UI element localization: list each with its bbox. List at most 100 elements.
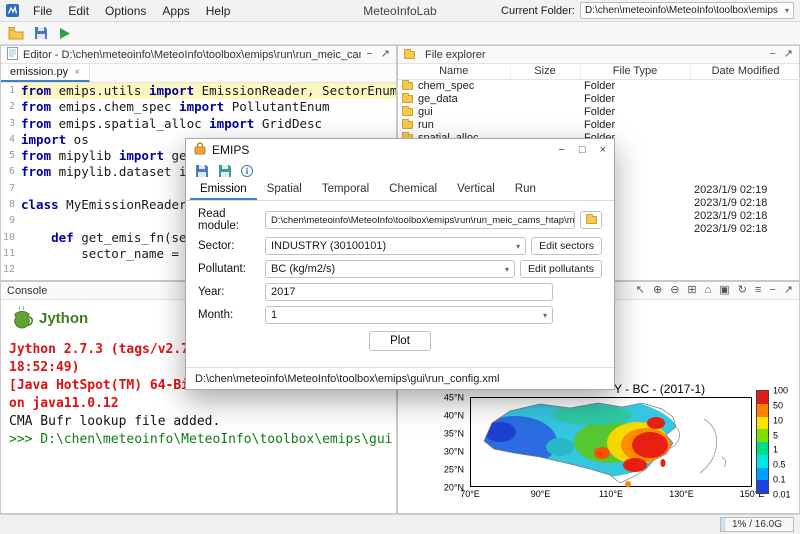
year-field[interactable]: 2017 (265, 283, 553, 301)
select-icon[interactable]: ↖ (636, 285, 645, 296)
run-icon[interactable] (58, 27, 71, 40)
column-header-file-type[interactable]: File Type (580, 64, 691, 80)
current-folder-combobox[interactable]: D:\chen\meteoinfo\MeteoInfo\toolbox\emip… (580, 2, 794, 19)
editor-panel-header: Editor - D:\chen\meteoinfo\MeteoInfo\too… (1, 46, 396, 64)
file-row[interactable]: gui Folder (398, 105, 800, 118)
pollutant-combobox[interactable]: BC (kg/m2/s) ▾ (265, 260, 516, 278)
colorbar-segment (757, 467, 768, 481)
sector-combobox[interactable]: INDUSTRY (30100101) ▾ (265, 237, 527, 255)
colorbar-tick-label: 5 (773, 430, 779, 441)
dialog-status-text: D:\chen\meteoinfo\MeteoInfo\toolbox\emip… (195, 372, 500, 385)
folder-icon (402, 79, 413, 90)
dialog-tab-emission[interactable]: Emission (190, 180, 257, 200)
dialog-tab-run[interactable]: Run (505, 180, 546, 200)
folder-icon (402, 118, 413, 129)
folder-icon (404, 48, 415, 59)
colorbar-segment (757, 416, 768, 430)
column-header-name[interactable]: Name (398, 64, 511, 80)
file-explorer-title: File explorer (425, 48, 486, 61)
plot-button[interactable]: Plot (369, 331, 431, 351)
year-row: Year: 2017 (198, 283, 602, 301)
y-axis-ticks: 45°N 40°N 35°N 30°N 25°N 20°N (432, 393, 466, 493)
menu-edit[interactable]: Edit (60, 2, 97, 20)
layers-icon[interactable]: ≡ (755, 285, 761, 296)
x-tick-label: 110°E (599, 489, 623, 499)
open-folder-icon[interactable] (8, 26, 24, 40)
menu-apps[interactable]: Apps (154, 2, 197, 20)
console-line: CMA Bufr lookup file added. (9, 414, 221, 429)
emips-dialog: EMIPS − □ × i Emission Spatial Temporal Chemi… (185, 138, 615, 390)
chevron-down-icon: ▾ (505, 264, 510, 274)
menu-file[interactable]: File (25, 2, 60, 20)
zoom-in-icon[interactable]: ⊕ (653, 285, 662, 296)
x-tick-label: 70°E (460, 489, 480, 499)
console-line: >>> D:\chen\meteoinfo\MeteoInfo\toolbox\… (9, 432, 393, 447)
minimize-icon[interactable]: − (558, 144, 564, 156)
app-logo-icon (6, 4, 19, 17)
file-row[interactable]: chem_spec Folder (398, 79, 800, 92)
dialog-tab-spatial[interactable]: Spatial (257, 180, 312, 200)
file-explorer-header: File explorer − ↗ (398, 46, 799, 64)
column-header-size[interactable]: Size (510, 64, 581, 80)
current-folder: Current Folder: D:\chen\meteoinfo\MeteoI… (501, 2, 794, 19)
dialog-tabs: Emission Spatial Temporal Chemical Vertical R… (186, 180, 614, 201)
statusbar: 1% / 16.0G (0, 514, 800, 534)
tab-label: emission.py (10, 66, 69, 78)
dialog-tab-temporal[interactable]: Temporal (312, 180, 379, 200)
colorbar-tick-label: 50 (773, 400, 784, 411)
column-header-date-modified[interactable]: Date Modified (690, 64, 800, 80)
float-icon[interactable]: ↗ (784, 285, 793, 296)
editor-panel-title: Editor - D:\chen\meteoinfo\MeteoInfo\too… (23, 48, 361, 61)
edit-pollutants-button[interactable]: Edit pollutants (520, 260, 602, 278)
file-row[interactable]: ge_data Folder (398, 92, 800, 105)
minimize-icon[interactable]: − (366, 49, 372, 60)
full-extent-icon[interactable]: ⌂ (705, 285, 712, 296)
colorbar-labels: 100 50 10 5 1 0.5 0.1 0.01 (773, 386, 799, 500)
close-icon[interactable]: × (600, 144, 606, 156)
emission-map (470, 397, 752, 487)
minimize-icon[interactable]: − (769, 49, 775, 60)
meteoinfolab-window: File Edit Options Apps Help MeteoInfoLab Cur… (0, 0, 800, 534)
sector-row: Sector: INDUSTRY (30100101) ▾ Edit secto… (198, 237, 602, 255)
float-icon[interactable]: ↗ (381, 49, 390, 60)
zoom-out-icon[interactable]: ⊖ (670, 285, 679, 296)
file-row[interactable]: run Folder (398, 118, 800, 131)
save-as-icon[interactable] (218, 164, 232, 178)
app-title: MeteoInfoLab (363, 3, 437, 18)
colorbar-tick-label: 0.5 (773, 459, 786, 470)
menubar-items: File Edit Options Apps Help (25, 2, 238, 20)
dialog-tab-vertical[interactable]: Vertical (447, 180, 505, 200)
minimize-icon[interactable]: − (769, 285, 775, 296)
colorbar-tick-label: 0.01 (773, 489, 791, 500)
maximize-icon[interactable]: □ (579, 144, 586, 156)
dialog-titlebar[interactable]: EMIPS − □ × (186, 139, 614, 161)
read-module-label: Read module: (198, 208, 239, 232)
dialog-title: EMIPS (212, 143, 250, 157)
chevron-down-icon: ▾ (542, 310, 547, 320)
colorbar-tick-label: 0.1 (773, 474, 786, 485)
save-icon[interactable] (34, 26, 48, 40)
browse-module-button[interactable] (580, 211, 602, 229)
x-tick-label: 130°E (669, 489, 694, 499)
menu-help[interactable]: Help (198, 2, 239, 20)
main-toolbar (0, 22, 800, 45)
dialog-tab-chemical[interactable]: Chemical (379, 180, 447, 200)
rotate-icon[interactable]: ↻ (738, 285, 747, 296)
menu-options[interactable]: Options (97, 2, 154, 20)
edit-sectors-button[interactable]: Edit sectors (531, 237, 602, 255)
save-icon[interactable] (195, 164, 209, 178)
dialog-toolbar: i (186, 161, 614, 180)
identify-icon[interactable]: ▣ (719, 285, 729, 296)
read-module-field[interactable]: D:\chen\meteoinfo\MeteoInfo\toolbox\emip… (265, 211, 575, 229)
month-combobox[interactable]: 1 ▾ (265, 306, 553, 324)
read-module-row: Read module: D:\chen\meteoinfo\MeteoInfo… (198, 208, 602, 232)
close-tab-icon[interactable]: × (74, 67, 80, 78)
sector-value: INDUSTRY (30100101) (271, 240, 387, 252)
pan-icon[interactable]: ⊞ (687, 285, 696, 296)
tab-emission-py[interactable]: emission.py × (1, 64, 90, 82)
colorbar-tick-label: 100 (773, 385, 789, 396)
info-icon[interactable]: i (241, 164, 253, 177)
y-tick-label: 35°N (443, 428, 464, 439)
float-icon[interactable]: ↗ (784, 49, 793, 60)
year-label: Year: (198, 286, 225, 298)
